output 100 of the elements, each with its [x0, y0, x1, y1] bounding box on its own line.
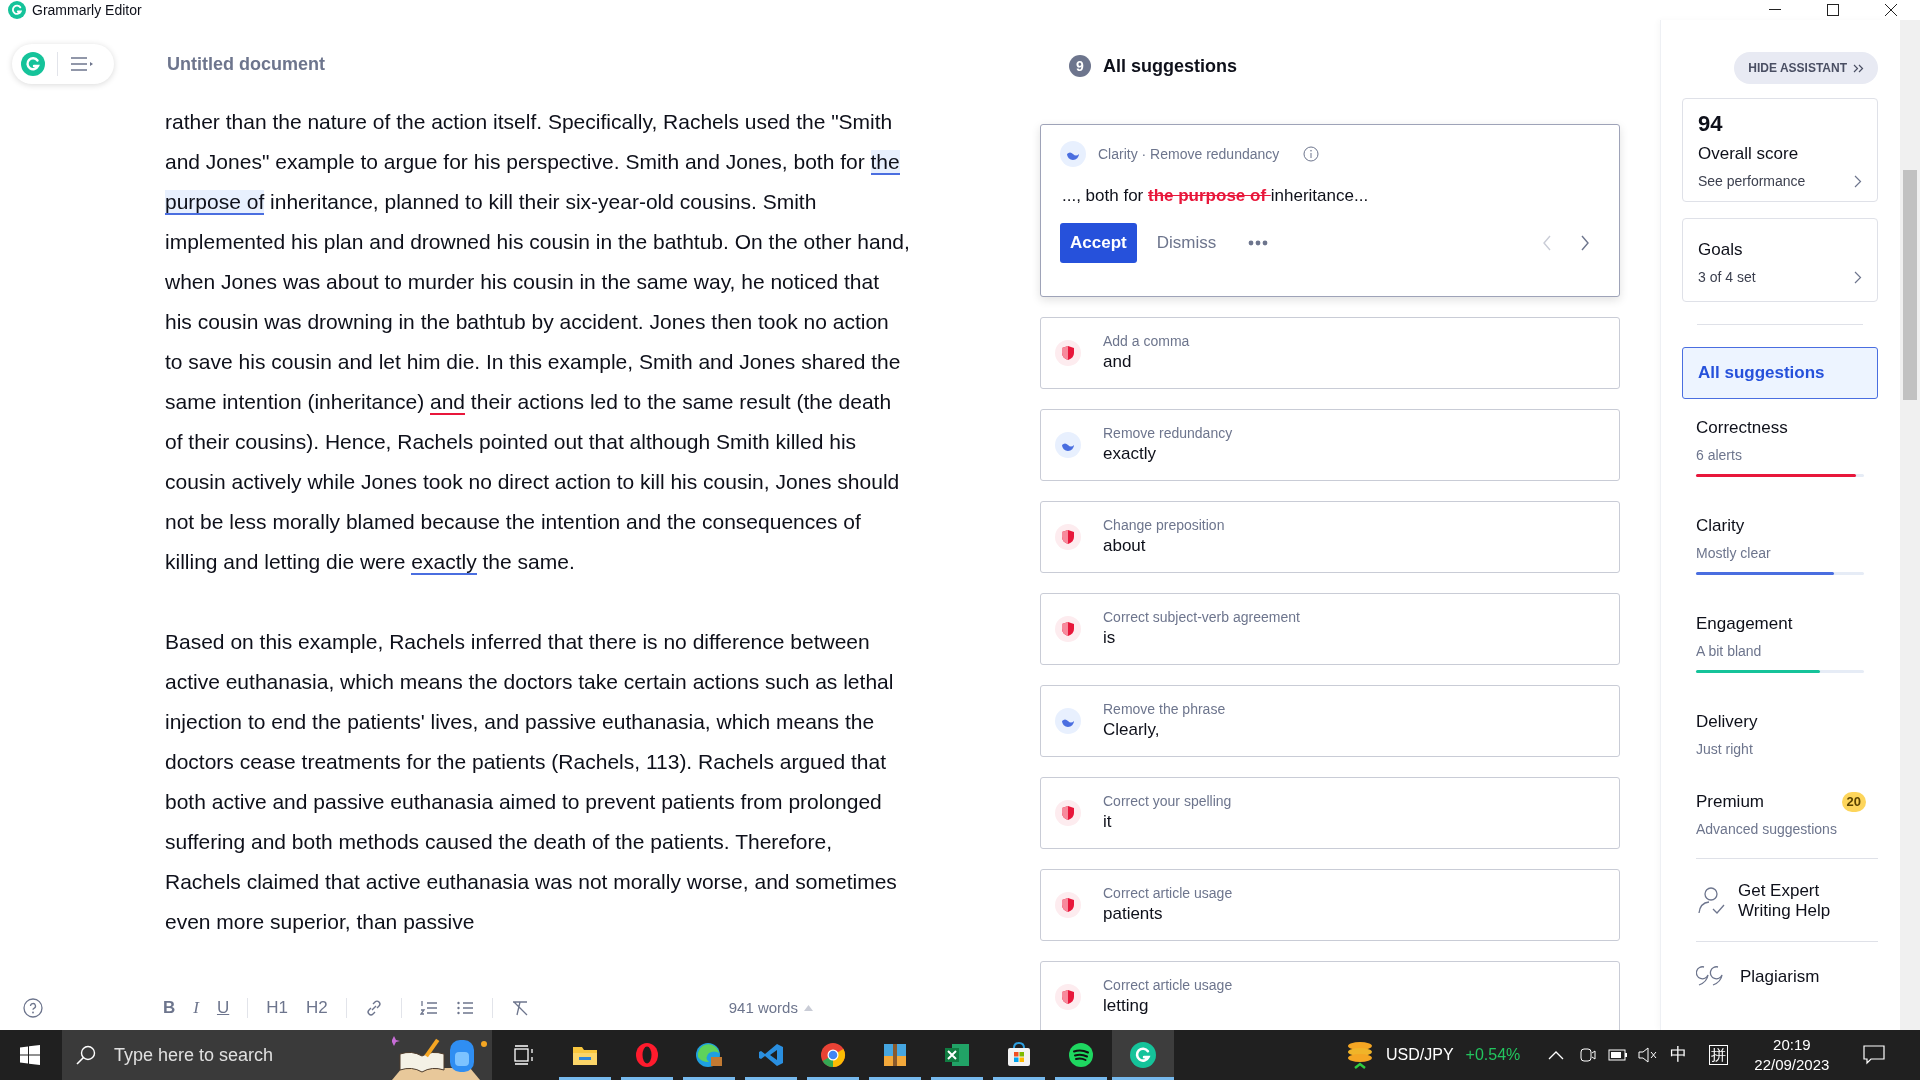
suggestion-card[interactable]: Remove the phrase Clearly, — [1040, 685, 1620, 757]
category-name[interactable]: Premium — [1696, 789, 1764, 815]
g-logo-icon — [21, 52, 45, 76]
chevron-up-icon[interactable] — [1548, 1050, 1565, 1060]
search-input[interactable]: Type here to search — [114, 1041, 334, 1069]
meeting-icon[interactable] — [1578, 1046, 1597, 1064]
accept-button[interactable]: Accept — [1060, 222, 1137, 263]
suggestion-text: letting — [1103, 995, 1150, 1017]
search-icon — [76, 1045, 96, 1065]
document-title[interactable]: Untitled document — [167, 50, 325, 78]
numbered-list-icon[interactable] — [419, 999, 438, 1017]
category-status: 6 alerts — [1696, 445, 1743, 465]
category-status: Advanced suggestions — [1696, 819, 1838, 839]
notification-icon[interactable] — [1863, 1045, 1886, 1065]
category-name[interactable]: Delivery — [1696, 709, 1878, 735]
more-icon[interactable] — [1248, 239, 1269, 246]
wave-icon — [1055, 708, 1081, 734]
volume-muted-icon[interactable] — [1638, 1047, 1659, 1063]
caret-up-icon — [803, 1005, 813, 1011]
format-button[interactable]: H2 — [305, 995, 328, 1021]
format-button[interactable]: B — [163, 995, 176, 1021]
input-language[interactable]: 中 — [1670, 1042, 1688, 1068]
suggestion-card[interactable]: Add a comma and — [1040, 317, 1620, 389]
task-view-icon[interactable] — [514, 1045, 536, 1065]
goals-value: 3 of 4 set — [1698, 267, 1756, 287]
suggestion-text: exactly — [1103, 443, 1157, 465]
suggestion-type: Add a comma — [1103, 332, 1190, 350]
suggestion-type: Correct article usage — [1103, 976, 1233, 994]
windows-start-icon[interactable] — [20, 1045, 40, 1065]
suggestion-card[interactable]: Correct article usage letting — [1040, 961, 1620, 1030]
suggestion-card[interactable]: Remove redundancy exactly — [1040, 409, 1620, 481]
wave-icon — [1055, 432, 1081, 458]
window-title: Grammarly Editor — [32, 0, 142, 20]
suggestion-card[interactable]: Correct article usage patients — [1040, 869, 1620, 941]
archive-icon — [882, 1042, 908, 1068]
battery-icon[interactable] — [1608, 1049, 1629, 1061]
maximize-icon — [1827, 4, 1839, 16]
clear-formatting-icon[interactable] — [510, 999, 529, 1017]
body-paragraph: rather than the nature of the action itself. Specifically, Rachels used the "Smith and Jones" example to argue for his perspective. Smith and Jones, both for the purpose of inheritance, planned to kill their six-year-old cousins. Smith implemented his plan and drowned his cousin in the bathtub. On the other hand, when Jones was about to murder his cousin in the same way, he noticed that his cousin was drowning in the bathtub by accident. Jones then took no action to save his cousin and let him die. In this example, Smith and Jones shared the same intention (inheritance) and their actions led to the same result (the death of their cousins). Hence, Rachels pointed out that although Smith killed his cousin actively while Jones took no direct action to kill his cousin, Jones should not be less morally blamed because the intention and the consequences of killing and letting die were exactly the same. — [165, 109, 910, 577]
category-name[interactable]: Engagement — [1696, 611, 1878, 637]
word-count[interactable]: 941 words — [728, 996, 813, 1020]
category-status: Mostly clear — [1696, 543, 1772, 563]
link-icon[interactable] — [364, 999, 383, 1017]
spreadsheet-icon — [944, 1042, 970, 1068]
goals-label: Goals — [1698, 239, 1744, 261]
bullet-list-icon[interactable] — [455, 999, 474, 1017]
ribbon-icon — [758, 1042, 784, 1068]
count-badge: 9 — [1069, 55, 1091, 77]
editor-menu-pill[interactable] — [12, 44, 114, 84]
suggestion-type: Remove the phrase — [1103, 700, 1226, 718]
see-performance-link[interactable]: See performance — [1698, 170, 1806, 192]
suggestion-text: is — [1103, 627, 1117, 649]
plagiarism-link[interactable]: Plagiarism — [1740, 963, 1820, 989]
expert-help-link[interactable]: Get Expert Writing Help — [1738, 880, 1858, 921]
chevron-right-icon[interactable] — [1580, 234, 1590, 251]
category-name[interactable]: Clarity — [1696, 513, 1878, 539]
hide-assistant-button[interactable]: HIDE ASSISTANT — [1734, 52, 1878, 84]
suggestion-type: Change preposition — [1103, 516, 1225, 534]
clock-date[interactable]: 22/09/2023 — [1754, 1055, 1830, 1075]
taskbar-app-button[interactable] — [1112, 1030, 1174, 1080]
suggestion-type: Correct article usage — [1103, 884, 1233, 902]
suggestion-card[interactable]: Correct subject-verb agreement is — [1040, 593, 1620, 665]
chevron-right-icon — [1854, 174, 1862, 188]
nav-item[interactable]: All suggestions — [1682, 347, 1878, 399]
format-button[interactable]: H1 — [266, 995, 288, 1021]
category-name[interactable]: Correctness — [1696, 415, 1878, 441]
g-logo-icon — [1130, 1042, 1156, 1068]
currency-pair: USD/JPY — [1386, 1045, 1454, 1065]
browser-icon — [820, 1042, 846, 1068]
overall-score: 94 — [1698, 111, 1724, 137]
shield-icon — [1055, 892, 1081, 918]
suggestion-preview: ..., both for the purpose of inheritance... — [1062, 185, 1370, 207]
suggestion-type: Correct your spelling — [1103, 792, 1232, 810]
body-paragraph: Based on this example, Rachels inferred that there is no difference between active euthanasia, which means the doctors take certain actions such as lethal injection to end the patients' lives, and passive euthanasia, which means the doctors cease treatments for the patients (Rachels, 113). Rachels argued that both active and passive euthanasia aimed to prevent patients from prolonged suffering and both methods caused the death of the patients. Therefore, Rachels claimed that active euthanasia was not morally worse, and sometimes even more superior, than passive — [165, 629, 898, 935]
sound-waves-icon — [1068, 1042, 1094, 1068]
currency-change: +0.54% — [1465, 1045, 1521, 1065]
shield-icon — [1055, 616, 1081, 642]
format-button[interactable]: U — [216, 995, 230, 1021]
double-chevron-icon — [1853, 63, 1864, 73]
suggestion-card[interactable]: Correct your spelling it — [1040, 777, 1620, 849]
taskbar-search-field[interactable]: Type here to search — [62, 1030, 492, 1080]
dismiss-button[interactable]: Dismiss — [1156, 229, 1217, 256]
suggestion-card[interactable]: Change preposition about — [1040, 501, 1620, 573]
store-bag-icon — [1006, 1042, 1032, 1068]
input-mode[interactable]: 拼 — [1709, 1045, 1729, 1065]
suggestion-text: patients — [1103, 903, 1164, 925]
category-status: A bit bland — [1696, 641, 1763, 661]
ring-icon — [634, 1042, 660, 1068]
category-status: Just right — [1696, 739, 1754, 759]
score-card[interactable]: 94 Overall score See performance — [1682, 98, 1878, 202]
score-label: Overall score — [1698, 143, 1800, 165]
scrollbar[interactable] — [1900, 20, 1920, 1030]
clock-time[interactable]: 20:19 — [1773, 1035, 1811, 1055]
suggestion-type: Remove redundancy — [1103, 424, 1233, 442]
format-button[interactable]: I — [193, 995, 199, 1021]
minimize-icon — [1769, 9, 1781, 11]
info-icon[interactable] — [1303, 146, 1320, 162]
help-icon[interactable] — [23, 998, 43, 1018]
panel-title: All suggestions — [1103, 54, 1237, 78]
goals-card[interactable]: Goals 3 of 4 set — [1682, 218, 1878, 302]
